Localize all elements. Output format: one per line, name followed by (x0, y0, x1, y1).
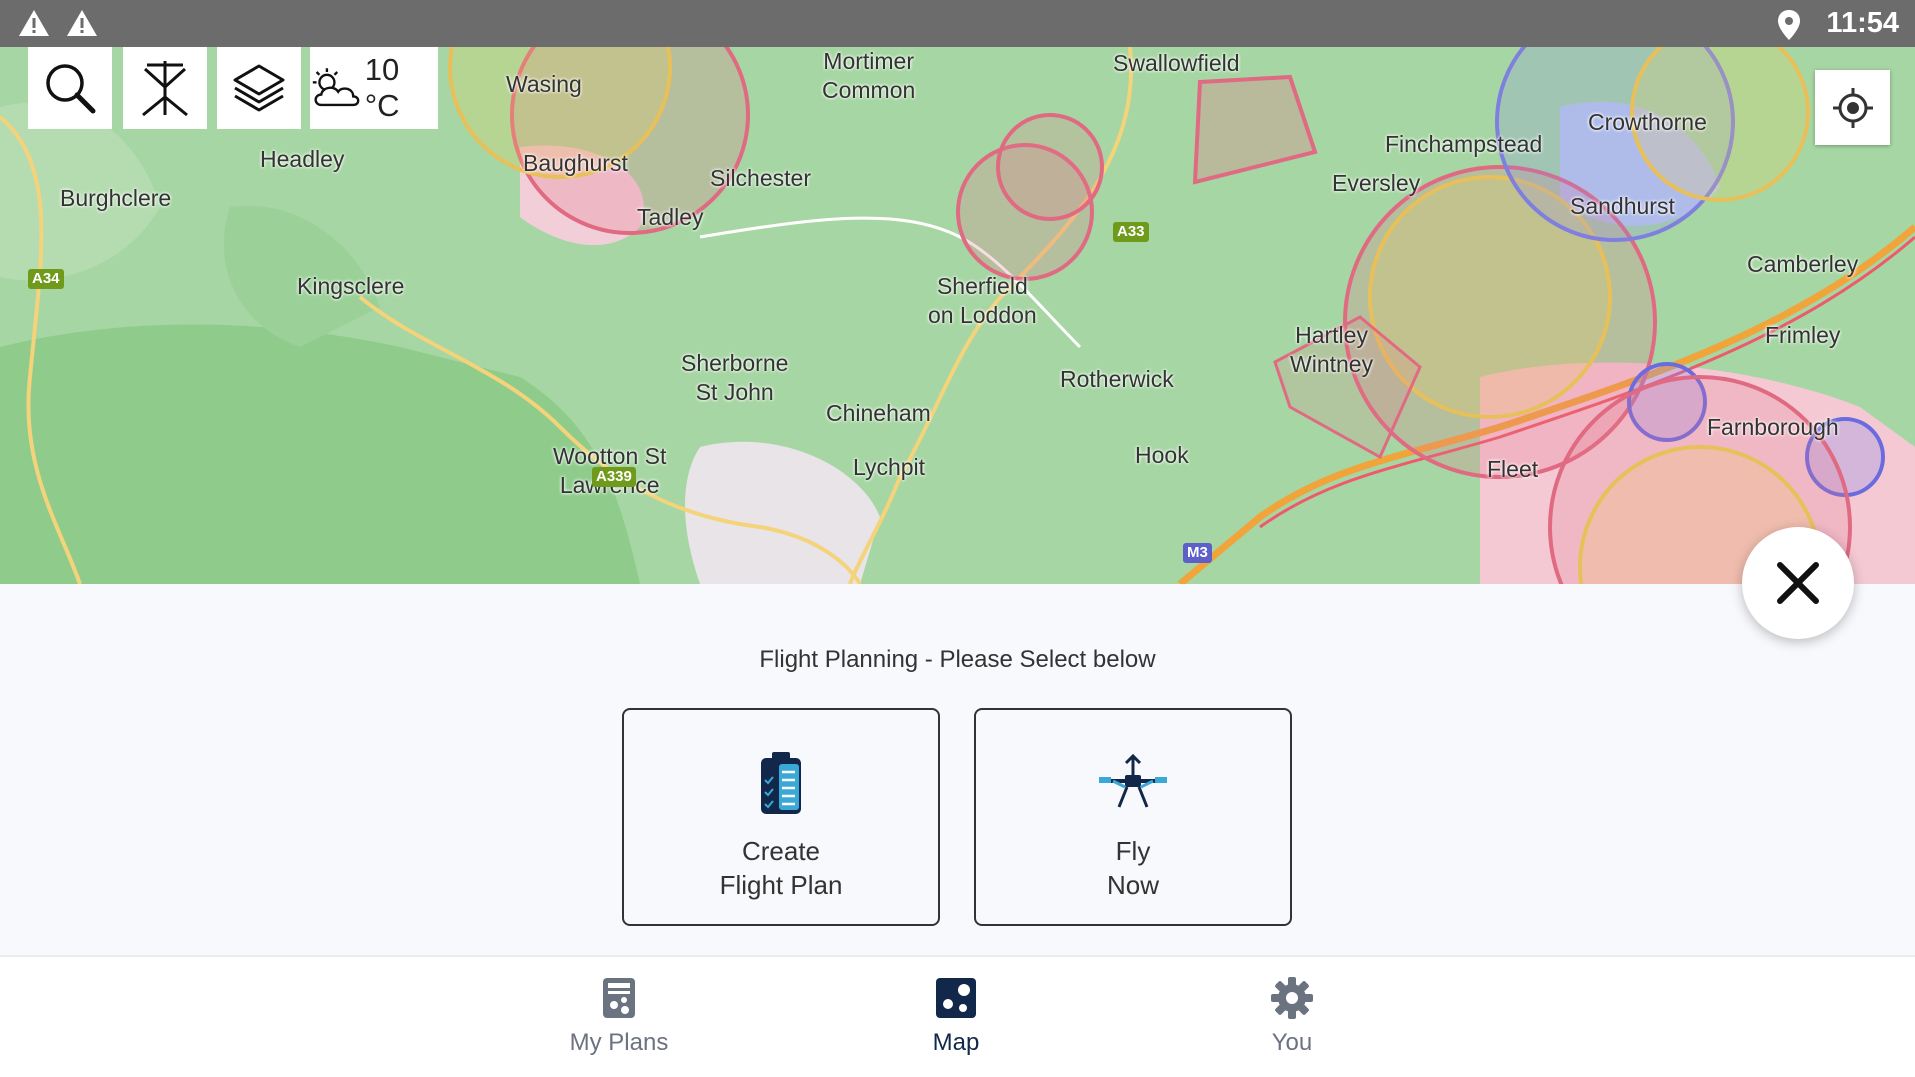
map-place-label: Sandhurst (1570, 193, 1675, 219)
clipboard-checklist-icon (759, 748, 803, 818)
map-place-label: Tadley (637, 204, 704, 230)
map-place-label: Sherfield on Loddon (928, 273, 1037, 328)
map-place-label: Hook (1135, 442, 1189, 468)
create-flight-plan-button[interactable]: Create Flight Plan (622, 708, 940, 926)
warning-icon (19, 10, 49, 36)
panel-title: Flight Planning - Please Select below (759, 646, 1156, 673)
map-place-label: Wasing (506, 71, 582, 97)
card-label: Fly Now (1106, 836, 1159, 900)
urban-area (685, 441, 880, 584)
map-place-label: Silchester (710, 165, 811, 191)
location-pin-icon (1778, 10, 1800, 40)
nav-map[interactable]: Map (856, 977, 1056, 1057)
map-place-label: Headley (260, 146, 345, 172)
map-place-label: Fleet (1487, 456, 1539, 482)
bottom-navigation: My Plans Map You (0, 957, 1915, 1077)
nav-my-plans[interactable]: My Plans (519, 977, 719, 1057)
plans-icon (603, 978, 635, 1018)
map-place-label: Frimley (1765, 322, 1841, 348)
warning-icon (67, 10, 97, 36)
aircraft-icon (142, 61, 188, 117)
map-icon (936, 978, 976, 1018)
search-icon (46, 64, 96, 114)
gear-icon (1271, 977, 1313, 1019)
my-location-button[interactable] (1815, 70, 1890, 145)
map-place-label: Mortimer Common (822, 48, 916, 103)
drone-icon (1097, 748, 1169, 818)
nav-label: Map (932, 1029, 980, 1056)
road-badge: A339 (592, 467, 636, 487)
close-icon (1777, 562, 1819, 604)
status-bar: 11:54 (0, 0, 1915, 47)
map-place-label: Swallowfield (1113, 50, 1240, 76)
road-badge: M3 (1183, 543, 1212, 563)
forest-area (0, 324, 640, 584)
weather-button[interactable]: 10 °C (310, 47, 438, 129)
map-place-label: Crowthorne (1588, 109, 1707, 135)
map-place-label: Camberley (1747, 251, 1859, 277)
map-place-label: Farnborough (1707, 414, 1839, 440)
fly-now-button[interactable]: Fly Now (974, 708, 1292, 926)
map-place-label: Hartley Wintney (1290, 322, 1374, 377)
layers-icon (233, 64, 285, 112)
map-place-label: Kingsclere (297, 273, 405, 299)
map-place-label: Finchampstead (1385, 131, 1543, 157)
nav-you[interactable]: You (1192, 977, 1392, 1057)
road-badge: A34 (28, 269, 64, 289)
airspace-zone (1192, 74, 1318, 185)
weather-cloud-sun-icon (312, 68, 360, 107)
map-place-label: Chineham (826, 400, 931, 426)
search-button[interactable] (28, 47, 112, 129)
map-place-label: Lychpit (853, 454, 926, 480)
crosshair-location-icon (1832, 87, 1873, 128)
card-label: Create Flight Plan (719, 836, 843, 900)
temperature-label: 10 °C (364, 52, 400, 123)
clock: 11:54 (1826, 7, 1899, 39)
nav-label: You (1271, 1029, 1313, 1056)
map-place-label: Eversley (1332, 170, 1421, 196)
airspace-zone (996, 113, 1104, 221)
nav-label: My Plans (569, 1029, 669, 1056)
close-button[interactable] (1742, 527, 1854, 639)
map-place-label: Sherborne St John (681, 350, 789, 405)
flight-filter-button[interactable] (123, 47, 207, 129)
map-place-label: Rotherwick (1060, 366, 1174, 392)
layers-button[interactable] (217, 47, 301, 129)
map-place-label: Burghclere (60, 185, 172, 211)
map-place-label: Baughurst (523, 150, 628, 176)
road-badge: A33 (1113, 222, 1149, 242)
